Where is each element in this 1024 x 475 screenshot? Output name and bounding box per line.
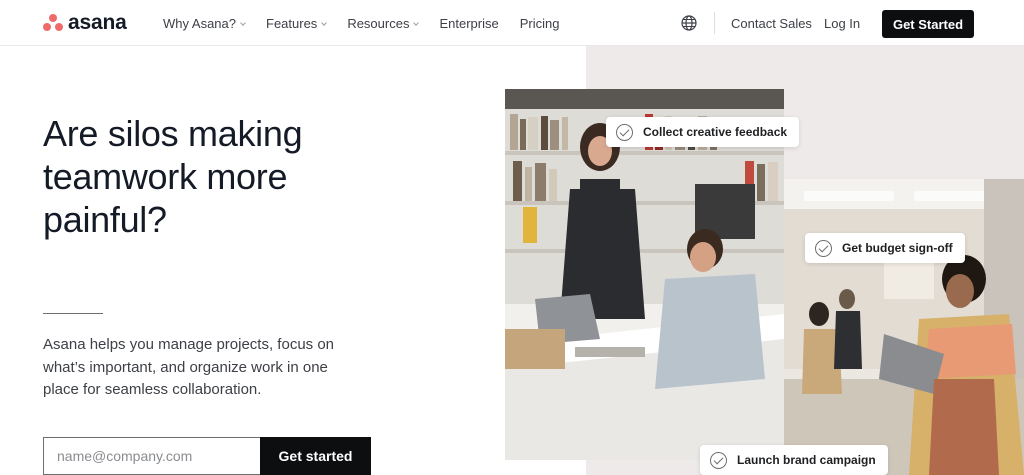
nav-link-features[interactable]: Features — [266, 16, 328, 31]
chevron-down-icon — [413, 19, 420, 26]
top-nav: asana Why Asana? Features Resources Ente… — [0, 0, 1024, 46]
chevron-down-icon — [240, 19, 246, 26]
task-chip-launch-campaign: Launch brand campaign — [700, 445, 888, 475]
hero-headline: Are silos making teamwork more painful? — [43, 113, 303, 240]
hero-divider — [43, 313, 103, 314]
logo-text: asana — [68, 11, 127, 34]
task-chip-budget-sign-off: Get budget sign-off — [805, 233, 965, 263]
get-started-button[interactable]: Get started — [260, 437, 371, 475]
check-circle-icon — [815, 239, 832, 257]
asana-logo[interactable]: asana — [43, 11, 127, 34]
hero-description: Asana helps you manage projects, focus o… — [43, 336, 335, 398]
nav-link-resources[interactable]: Resources — [347, 16, 420, 31]
asana-logo-icon — [43, 14, 63, 32]
task-label: Get budget sign-off — [842, 241, 953, 255]
nav-links: Why Asana? Features Resources Enterprise… — [163, 16, 580, 31]
login-link[interactable]: Log In — [824, 16, 860, 31]
chevron-down-icon — [321, 19, 328, 26]
nav-divider — [714, 12, 715, 34]
email-input[interactable] — [43, 437, 260, 475]
office-photo-laptop — [784, 179, 1024, 475]
task-chip-collect-feedback: Collect creative feedback — [606, 117, 800, 147]
check-circle-icon — [710, 451, 727, 469]
nav-link-why-asana[interactable]: Why Asana? — [163, 16, 246, 31]
nav-link-enterprise[interactable]: Enterprise — [439, 16, 498, 31]
globe-icon[interactable] — [681, 15, 697, 31]
task-label: Collect creative feedback — [643, 125, 788, 139]
get-started-nav-button[interactable]: Get Started — [882, 10, 974, 38]
contact-sales-link[interactable]: Contact Sales — [731, 16, 812, 31]
check-circle-icon — [616, 123, 633, 141]
task-label: Launch brand campaign — [737, 453, 876, 467]
nav-link-pricing[interactable]: Pricing — [520, 16, 560, 31]
